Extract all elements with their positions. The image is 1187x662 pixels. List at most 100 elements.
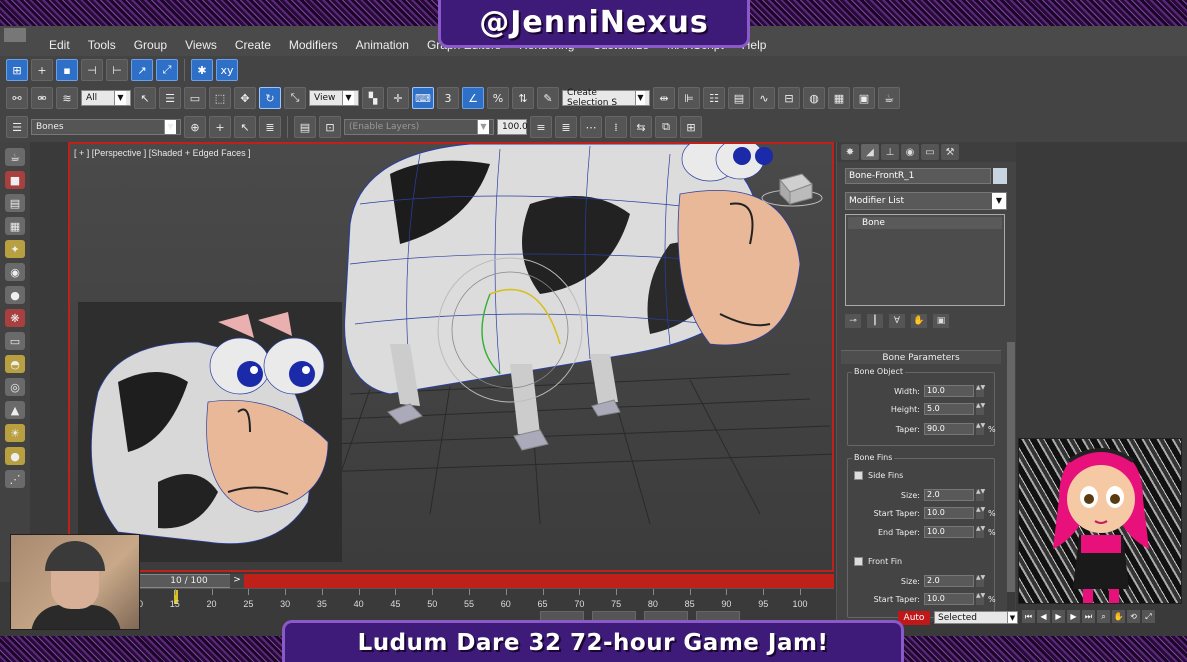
scrollbar-thumb[interactable]: [1007, 342, 1015, 592]
command-panel-scrollbar[interactable]: [1007, 342, 1015, 612]
torus-icon[interactable]: ◎: [5, 378, 25, 396]
taper-spinner[interactable]: ▲▼: [976, 423, 985, 435]
sun-icon[interactable]: ☀: [5, 424, 25, 442]
remove-modifier-icon[interactable]: ✋: [911, 314, 927, 328]
bone-link-icon[interactable]: ⊣: [81, 59, 103, 81]
layer-dropdown[interactable]: Bones ▼: [31, 119, 181, 135]
set-current-layer-icon[interactable]: ≣: [259, 116, 281, 138]
schematic-view-icon[interactable]: ⊟: [778, 87, 800, 109]
next-frame-icon[interactable]: ▶: [1067, 610, 1080, 623]
end-taper-input[interactable]: 10.0: [924, 526, 974, 538]
modifier-stack[interactable]: Bone: [845, 214, 1005, 306]
menu-edit[interactable]: Edit: [40, 38, 79, 52]
dome-icon[interactable]: ◓: [5, 355, 25, 373]
curve-editor-icon[interactable]: ∿: [753, 87, 775, 109]
cone-icon[interactable]: ▲: [5, 401, 25, 419]
configure-sets-icon[interactable]: ▣: [933, 314, 949, 328]
graphite-toggle-icon[interactable]: ▤: [728, 87, 750, 109]
create-bone-icon[interactable]: +: [31, 59, 53, 81]
front-fin-size-input[interactable]: 2.0: [924, 575, 974, 587]
hi-solver-icon[interactable]: ⤢: [156, 59, 178, 81]
show-end-result-icon[interactable]: ┃: [867, 314, 883, 328]
named-selection-dropdown[interactable]: Create Selection S ▼: [562, 88, 650, 108]
front-fin-size-spinner[interactable]: ▲▼: [976, 575, 985, 587]
window-crossing-icon[interactable]: ⬚: [209, 87, 231, 109]
new-layer-icon[interactable]: +: [209, 116, 231, 138]
ik-solver-icon[interactable]: ↗: [131, 59, 153, 81]
rendered-frame-icon[interactable]: ▣: [853, 87, 875, 109]
teapot-icon[interactable]: ☕: [5, 148, 25, 166]
motion-tab-icon[interactable]: ◉: [901, 144, 919, 160]
next-frame-button[interactable]: >: [230, 574, 244, 588]
flip-icon[interactable]: ⇆: [630, 116, 652, 138]
light-icon[interactable]: ✦: [5, 240, 25, 258]
render-icon[interactable]: ☕: [878, 87, 900, 109]
menu-group[interactable]: Group: [125, 38, 176, 52]
track-bar[interactable]: 101520253035404550556065707580859095100: [133, 588, 834, 610]
align-icon[interactable]: ⊫: [678, 87, 700, 109]
bone-parameters-rollout[interactable]: Bone Parameters: [841, 350, 1001, 364]
edit-named-selection-icon[interactable]: ✎: [537, 87, 559, 109]
start-taper-input[interactable]: 10.0: [924, 507, 974, 519]
taper-input[interactable]: 90.0: [924, 423, 974, 435]
time-slider[interactable]: 10 / 100 >: [138, 574, 834, 588]
go-to-end-icon[interactable]: ⏭: [1082, 610, 1095, 623]
percent-snap-icon[interactable]: %: [487, 87, 509, 109]
menu-modifiers[interactable]: Modifiers: [280, 38, 347, 52]
display-tab-icon[interactable]: ▭: [921, 144, 939, 160]
maximize-viewport-icon[interactable]: ⤢: [1142, 610, 1155, 623]
xy-plane-icon[interactable]: xy: [216, 59, 238, 81]
time-slider-thumb[interactable]: 10 / 100: [138, 574, 240, 588]
mirror-icon[interactable]: ⇹: [653, 87, 675, 109]
angle-snap-icon[interactable]: ∠: [462, 87, 484, 109]
snap-toggle-icon[interactable]: 3: [437, 87, 459, 109]
menu-tools[interactable]: Tools: [79, 38, 125, 52]
height-input[interactable]: 5.0: [924, 403, 974, 415]
pan-icon[interactable]: ✋: [1112, 610, 1125, 623]
zoom-icon[interactable]: ⌕: [1097, 610, 1110, 623]
perspective-viewport[interactable]: [ + ] [Perspective ] [Shaded + Edged Fac…: [68, 142, 834, 572]
go-to-start-icon[interactable]: ⏮: [1022, 610, 1035, 623]
end-taper-spinner[interactable]: ▲▼: [976, 526, 985, 538]
stack-item-bone[interactable]: Bone: [848, 217, 1002, 229]
box-icon[interactable]: ■: [5, 171, 25, 189]
selection-filter-dropdown[interactable]: All ▼: [81, 90, 131, 106]
render-setup-icon[interactable]: ▦: [828, 87, 850, 109]
width-input[interactable]: 10.0: [924, 385, 974, 397]
bind-spacewarp-icon[interactable]: ≋: [56, 87, 78, 109]
hierarchy-tab-icon[interactable]: ⊥: [881, 144, 899, 160]
menu-animation[interactable]: Animation: [347, 38, 418, 52]
plane-icon[interactable]: ▭: [5, 332, 25, 350]
rotate-icon[interactable]: ↻: [259, 87, 281, 109]
object-color-swatch[interactable]: [993, 168, 1007, 184]
auto-key-button[interactable]: Auto: [898, 611, 930, 625]
array-icon[interactable]: ⊞: [680, 116, 702, 138]
add-to-layer-icon[interactable]: ⊕: [184, 116, 206, 138]
modifier-list-dropdown[interactable]: Modifier List ▼: [845, 192, 1007, 210]
menu-create[interactable]: Create: [226, 38, 280, 52]
particle-icon[interactable]: ❋: [5, 309, 25, 327]
select-in-layer-icon[interactable]: ↖: [234, 116, 256, 138]
bone-edit-icon[interactable]: ▪: [56, 59, 78, 81]
move-icon[interactable]: ✥: [234, 87, 256, 109]
fin-size-input[interactable]: 2.0: [924, 489, 974, 501]
reference-coord-dropdown[interactable]: View ▼: [309, 90, 359, 106]
distribute-icon[interactable]: ⋯: [580, 116, 602, 138]
front-fin-start-taper-spinner[interactable]: ▲▼: [976, 593, 985, 605]
document-icon[interactable]: ▤: [5, 194, 25, 212]
rect-selection-icon[interactable]: ▭: [184, 87, 206, 109]
material-editor-icon[interactable]: ◍: [803, 87, 825, 109]
spacing-icon[interactable]: ⁞: [605, 116, 627, 138]
orbit-icon[interactable]: ⟲: [1127, 610, 1140, 623]
create-tab-icon[interactable]: ✸: [841, 144, 859, 160]
select-object-icon[interactable]: ↖: [134, 87, 156, 109]
front-fin-start-taper-input[interactable]: 10.0: [924, 593, 974, 605]
keyboard-shortcut-icon[interactable]: ⌨: [412, 87, 434, 109]
container-icon[interactable]: ⊡: [319, 116, 341, 138]
make-unique-icon[interactable]: ∀: [889, 314, 905, 328]
select-bones-icon[interactable]: ✱: [191, 59, 213, 81]
layer-manager-icon[interactable]: ☷: [703, 87, 725, 109]
previous-frame-icon[interactable]: ◀: [1037, 610, 1050, 623]
start-taper-spinner[interactable]: ▲▼: [976, 507, 985, 519]
pin-stack-icon[interactable]: ⊸: [845, 314, 861, 328]
